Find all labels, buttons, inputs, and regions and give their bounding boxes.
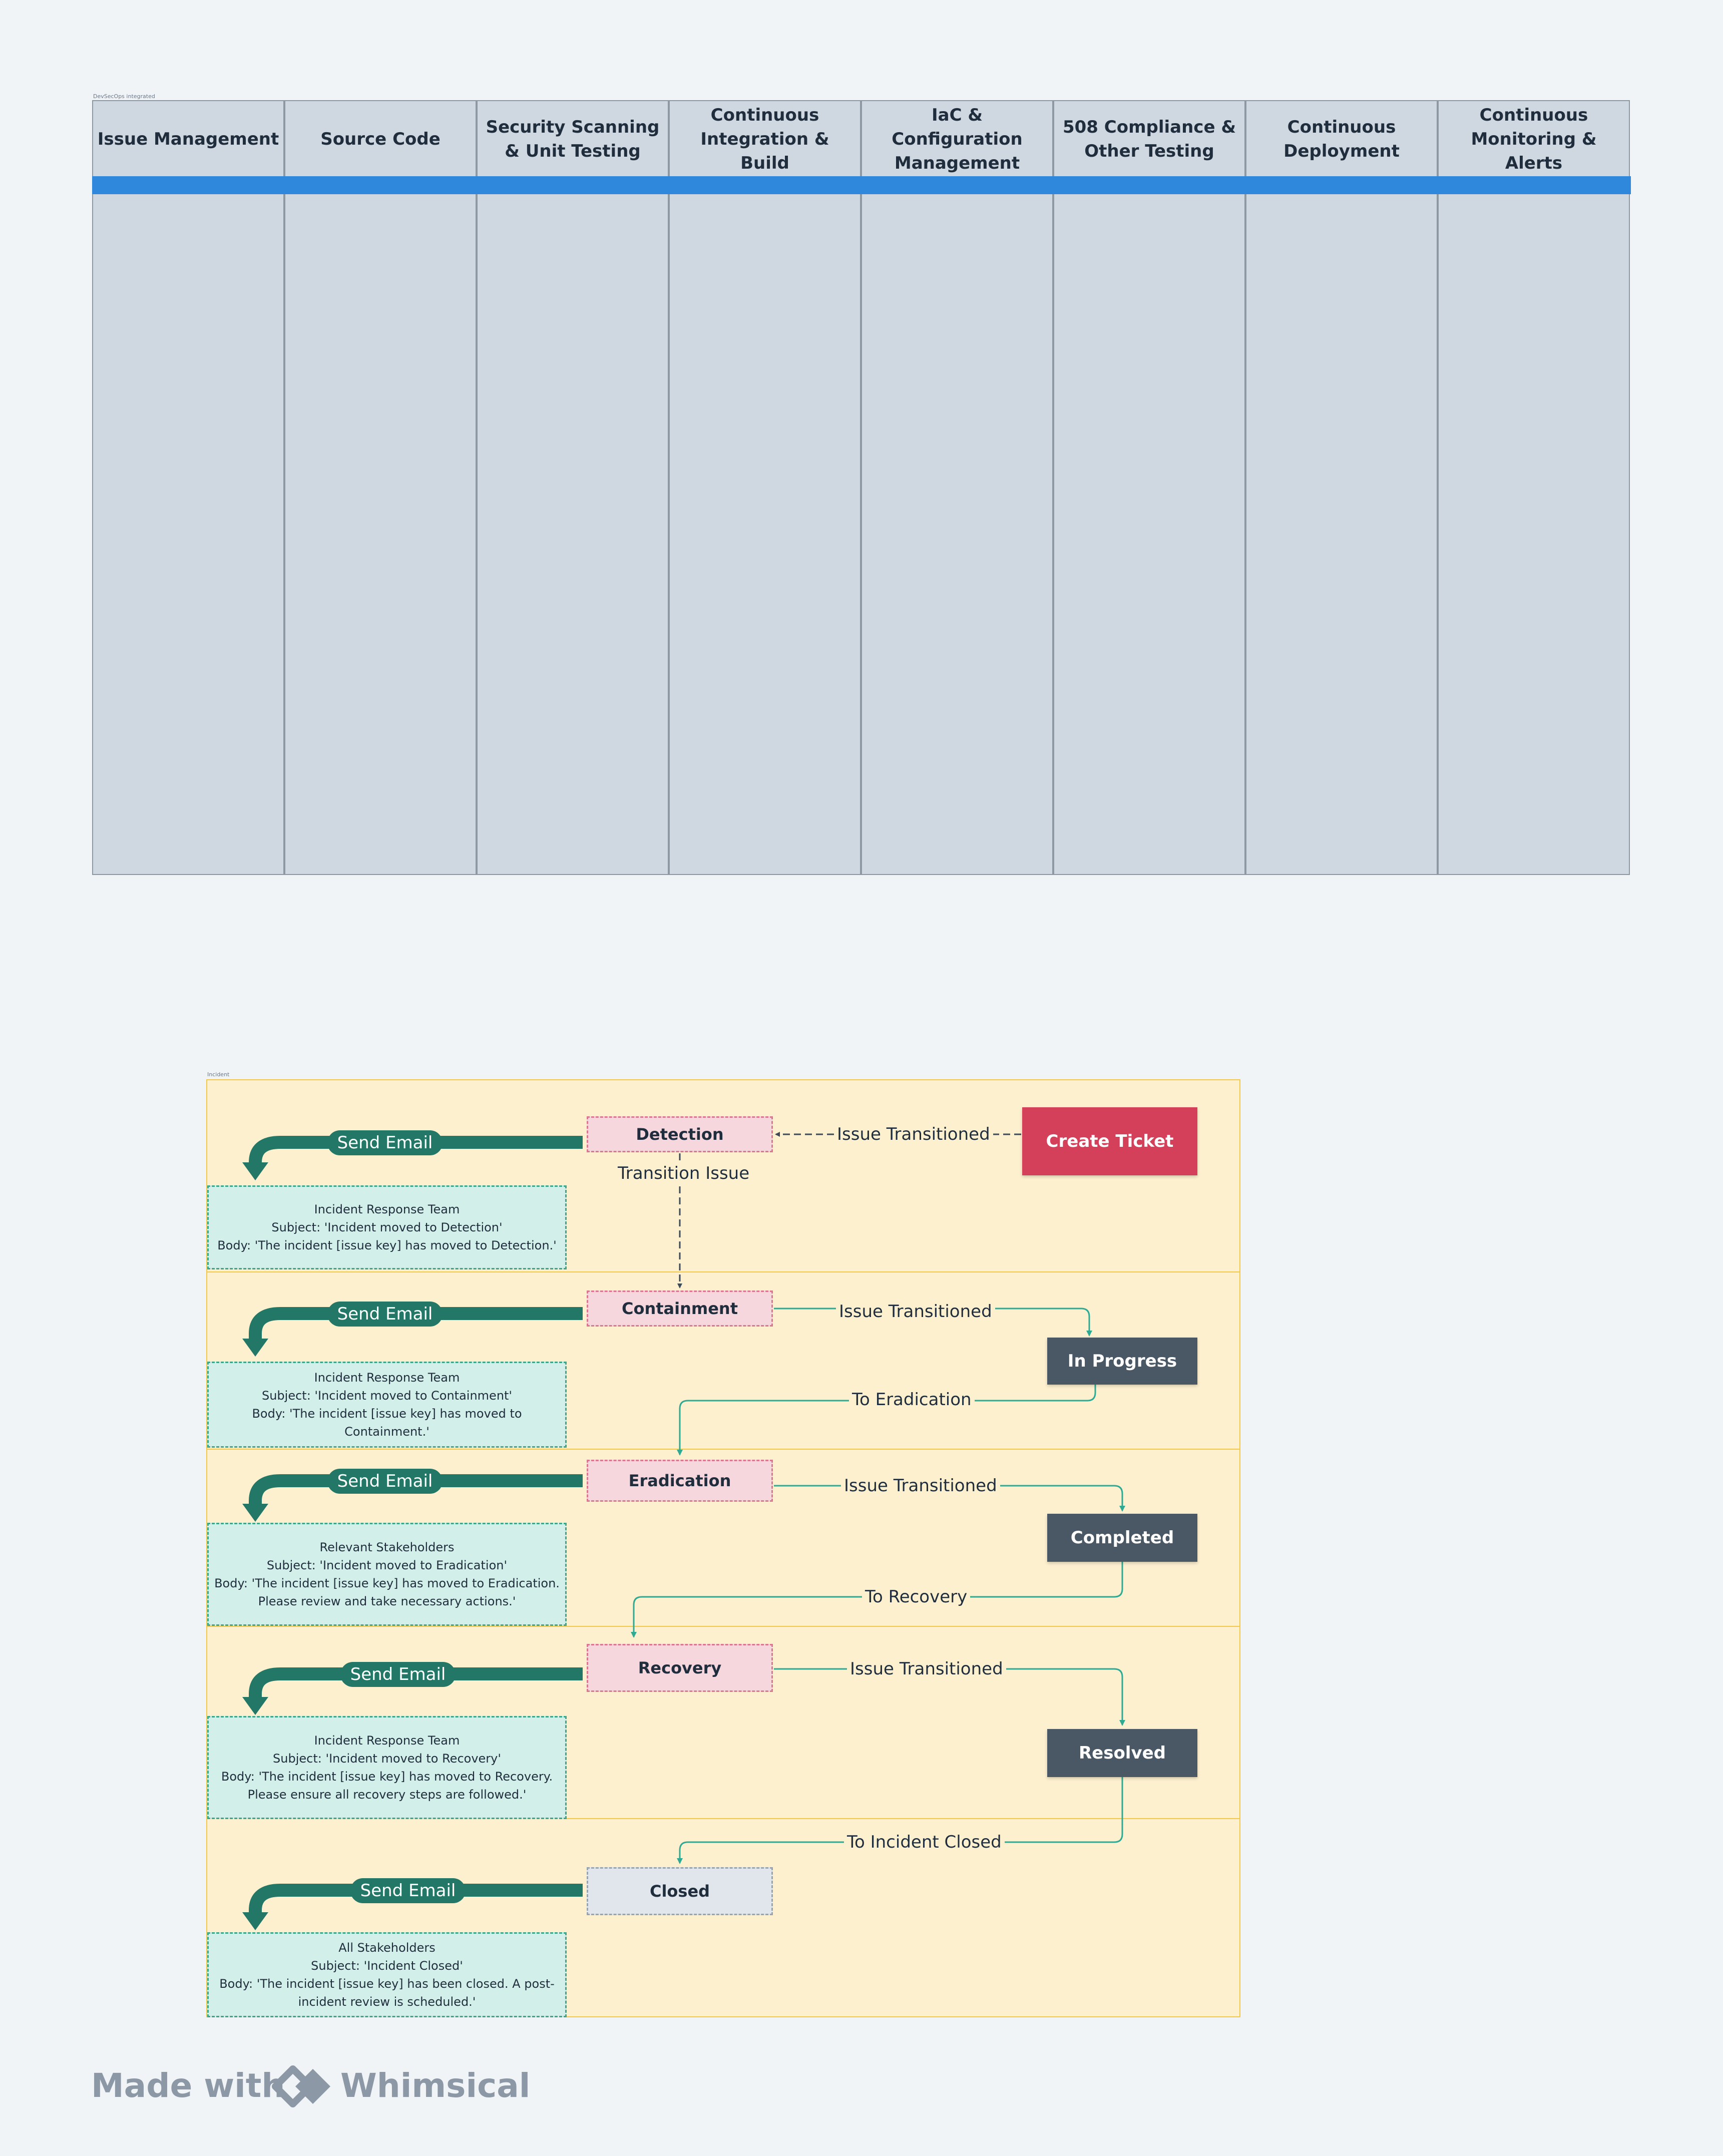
email-subject: Subject: 'Incident moved to Detection' — [271, 1220, 503, 1234]
email-subject: Subject: 'Incident moved to Recovery' — [273, 1752, 501, 1766]
edge-label-to-recovery: To Recovery — [862, 1587, 971, 1607]
stage-eradication[interactable]: Eradication — [587, 1460, 773, 1502]
status-resolved[interactable]: Resolved — [1047, 1729, 1197, 1777]
send-email-arrowhead — [242, 1697, 268, 1715]
send-email-arrowhead — [242, 1504, 268, 1522]
email-body: Body: 'The incident [issue key] has been… — [219, 1977, 555, 1991]
email-body: Body: 'The incident [issue key] has move… — [252, 1407, 522, 1439]
email-recipient: Relevant Stakeholders — [319, 1540, 455, 1554]
email-subject: Subject: 'Incident moved to Containment' — [261, 1389, 513, 1403]
email-body: Body: 'The incident [issue key] has move… — [221, 1770, 553, 1784]
email-detail-closed: All Stakeholders Subject: 'Incident Clos… — [207, 1932, 567, 2017]
status-in-progress[interactable]: In Progress — [1047, 1338, 1197, 1385]
send-email-pill-recovery[interactable]: Send Email — [340, 1662, 456, 1687]
whimsical-logo-icon — [272, 2065, 330, 2107]
email-recipient: Incident Response Team — [314, 1734, 460, 1748]
stage-containment[interactable]: Containment — [587, 1290, 773, 1327]
stage-recovery[interactable]: Recovery — [587, 1644, 773, 1692]
edge-label-issue-transitioned: Issue Transitioned — [834, 1124, 993, 1144]
email-recipient: Incident Response Team — [314, 1202, 460, 1216]
email-body-continued: incident review is scheduled.' — [298, 1995, 476, 2009]
send-email-arrowhead — [242, 1912, 268, 1930]
email-detail-containment: Incident Response Team Subject: 'Inciden… — [207, 1362, 567, 1448]
stage-detection[interactable]: Detection — [587, 1116, 773, 1152]
edge-label-issue-transitioned: Issue Transitioned — [836, 1302, 995, 1322]
stage-closed[interactable]: Closed — [587, 1867, 773, 1915]
status-completed[interactable]: Completed — [1047, 1514, 1197, 1562]
send-email-arrowhead — [242, 1339, 268, 1357]
email-body-continued: Please review and take necessary actions… — [258, 1594, 516, 1608]
email-body: Body: 'The incident [issue key] has move… — [217, 1238, 557, 1252]
edge-label-issue-transitioned: Issue Transitioned — [841, 1476, 1000, 1496]
send-email-pill-eradication[interactable]: Send Email — [327, 1469, 443, 1494]
email-detail-recovery: Incident Response Team Subject: 'Inciden… — [207, 1716, 567, 1819]
edge-label-to-eradication: To Eradication — [849, 1390, 975, 1410]
email-subject: Subject: 'Incident Closed' — [311, 1959, 463, 1973]
email-detail-eradication: Relevant Stakeholders Subject: 'Incident… — [207, 1523, 567, 1626]
email-detail-detection: Incident Response Team Subject: 'Inciden… — [207, 1185, 567, 1269]
email-recipient: All Stakeholders — [338, 1941, 436, 1955]
edge-label-issue-transitioned: Issue Transitioned — [847, 1659, 1006, 1679]
send-email-pill-closed[interactable]: Send Email — [350, 1878, 466, 1903]
send-email-pill-containment[interactable]: Send Email — [327, 1302, 443, 1327]
email-subject: Subject: 'Incident moved to Eradication' — [266, 1558, 508, 1572]
email-body-continued: Please ensure all recovery steps are fol… — [247, 1788, 527, 1802]
email-recipient: Incident Response Team — [314, 1371, 460, 1385]
email-body: Body: 'The incident [issue key] has move… — [214, 1576, 560, 1590]
send-email-pill-detection[interactable]: Send Email — [327, 1130, 443, 1155]
edge-label-transition-issue: Transition Issue — [615, 1163, 753, 1183]
edge-label-to-incident-closed: To Incident Closed — [844, 1832, 1005, 1852]
whimsical-brand-text[interactable]: Whimsical — [340, 2066, 530, 2105]
send-email-arrowhead — [242, 1162, 268, 1180]
made-with-text: Made with — [91, 2066, 285, 2105]
status-create-ticket[interactable]: Create Ticket — [1022, 1107, 1197, 1175]
